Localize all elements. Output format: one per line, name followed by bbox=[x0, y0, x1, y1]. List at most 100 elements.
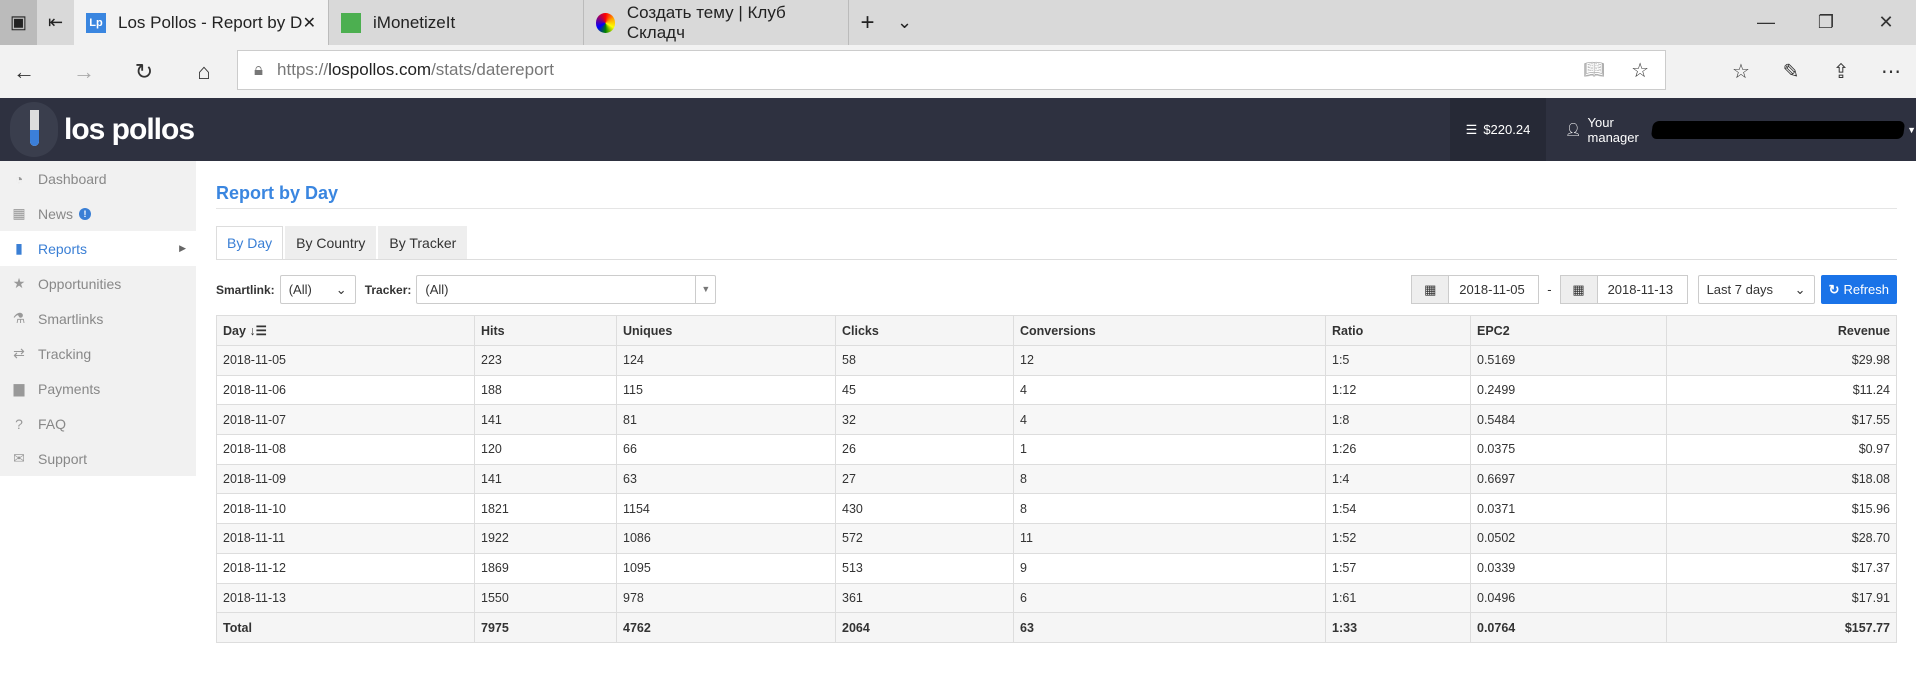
reading-view-icon[interactable]: 📖︎ bbox=[1583, 60, 1605, 80]
set-aside-tabs-icon[interactable]: ⇤ bbox=[37, 0, 74, 45]
cell-conversions: 9 bbox=[1013, 552, 1326, 584]
cell-uniques: 81 bbox=[616, 404, 836, 436]
header-label: Revenue bbox=[1837, 323, 1890, 338]
column-header-conversions[interactable]: Conversions bbox=[1013, 315, 1326, 346]
sidebar-item-reports[interactable]: ▮ Reports ▶ bbox=[0, 231, 196, 266]
cell-epc2: 0.0371 bbox=[1470, 493, 1667, 525]
share-icon[interactable]: ⇪ bbox=[1816, 59, 1866, 84]
header-label: Day bbox=[223, 324, 246, 338]
cell-revenue: $15.96 bbox=[1666, 493, 1897, 525]
total-row: Total 7975 4762 2064 63 1:33 0.0764 $157.77 bbox=[216, 612, 1897, 643]
url-prefix: https:// bbox=[277, 60, 329, 79]
tab-by-country[interactable]: By Country bbox=[285, 226, 377, 260]
cell-epc2: 0.0764 bbox=[1470, 612, 1667, 643]
balance-value: $220.24 bbox=[1483, 122, 1531, 137]
more-icon[interactable]: ⋯ bbox=[1866, 59, 1916, 84]
cell-hits: 141 bbox=[474, 404, 617, 436]
cell-conversions: 63 bbox=[1013, 612, 1326, 643]
url-domain: lospollos.com bbox=[328, 60, 432, 79]
browser-tab-lospollos[interactable]: Lp Los Pollos - Report by D ✕ bbox=[74, 0, 329, 45]
cell-uniques: 4762 bbox=[616, 612, 836, 643]
sidebar-item-faq[interactable]: ? FAQ bbox=[0, 406, 196, 441]
cell-revenue: $17.91 bbox=[1666, 582, 1897, 614]
logo[interactable]: los pollos bbox=[10, 102, 195, 157]
cell-clicks: 572 bbox=[835, 523, 1014, 554]
page-title: Report by Day bbox=[216, 183, 339, 203]
date-range: ▦ 2018-11-05 - ▦ 2018-11-13 Last 7 days ⌄… bbox=[1411, 275, 1897, 304]
range-select[interactable]: Last 7 days ⌄ bbox=[1697, 275, 1815, 304]
cell-hits: 7975 bbox=[474, 612, 617, 643]
date-from-input[interactable]: 2018-11-05 bbox=[1449, 275, 1540, 304]
calendar-icon: ▦ bbox=[12, 205, 26, 221]
favorites-icon[interactable]: ☆ bbox=[1716, 59, 1766, 84]
cell-ratio: 1:8 bbox=[1325, 404, 1471, 436]
refresh-button[interactable]: ↻ Refresh bbox=[1820, 275, 1897, 304]
date-to-input[interactable]: 2018-11-13 bbox=[1597, 275, 1688, 304]
tab-manager-icon[interactable]: ▣ bbox=[0, 0, 37, 45]
header-label: Uniques bbox=[623, 323, 673, 338]
sidebar-item-support[interactable]: ✉ Support bbox=[0, 441, 196, 476]
cell-uniques: 1095 bbox=[616, 552, 836, 584]
cell-ratio: 1:54 bbox=[1325, 493, 1471, 525]
browser-tab-sklad[interactable]: Создать тему | Клуб Складч bbox=[584, 0, 849, 45]
forward-icon[interactable]: → bbox=[60, 59, 108, 85]
dashboard-icon: ◔ bbox=[14, 170, 24, 187]
cell-epc2: 0.0375 bbox=[1470, 434, 1667, 465]
database-icon: ☰ bbox=[1465, 121, 1478, 137]
new-tab-icon[interactable]: + bbox=[849, 0, 886, 45]
manager-dropdown[interactable]: 👤︎ Your manager ▼ bbox=[1553, 98, 1916, 161]
column-header-day[interactable]: Day ↓☰ bbox=[216, 315, 475, 346]
table-row: 2018-11-12 1869 1095 513 9 1:57 0.0339 $17.37 bbox=[216, 552, 1897, 584]
sidebar-item-payments[interactable]: ▆ Payments bbox=[0, 371, 196, 406]
smartlink-select[interactable]: (All) ⌄ bbox=[279, 275, 356, 304]
column-header-clicks[interactable]: Clicks bbox=[835, 315, 1014, 346]
cell-conversions: 12 bbox=[1013, 345, 1326, 376]
column-header-ratio[interactable]: Ratio bbox=[1325, 315, 1471, 346]
sidebar-item-opportunities[interactable]: ★ Opportunities bbox=[0, 266, 196, 301]
cell-hits: 188 bbox=[474, 374, 617, 406]
table-row: 2018-11-06 188 115 45 4 1:12 0.2499 $11.24 bbox=[216, 374, 1897, 406]
caret-right-icon: ▶ bbox=[179, 243, 186, 253]
minimize-icon[interactable]: — bbox=[1736, 0, 1796, 45]
maximize-icon[interactable]: ❐ bbox=[1796, 0, 1856, 45]
question-icon: ? bbox=[15, 415, 23, 432]
filters: Smartlink: (All) ⌄ Tracker: (All) ▼ bbox=[216, 275, 717, 304]
close-window-icon[interactable]: ✕ bbox=[1856, 0, 1916, 45]
cell-ratio: 1:4 bbox=[1325, 463, 1471, 495]
cell-revenue: $0.97 bbox=[1666, 434, 1897, 465]
column-header-epc2[interactable]: EPC2 bbox=[1470, 315, 1667, 346]
sidebar-item-tracking[interactable]: ⇄ Tracking bbox=[0, 336, 196, 371]
column-header-revenue[interactable]: Revenue bbox=[1666, 315, 1897, 346]
sidebar-item-news[interactable]: ▦ News! bbox=[0, 196, 196, 231]
cell-hits: 1869 bbox=[474, 552, 617, 584]
sidebar-item-dashboard[interactable]: ◔ Dashboard bbox=[0, 161, 196, 196]
cell-uniques: 63 bbox=[616, 463, 836, 495]
cell-conversions: 4 bbox=[1013, 374, 1326, 406]
notes-icon[interactable]: ✎ bbox=[1766, 59, 1816, 84]
cell-day: 2018-11-13 bbox=[216, 582, 475, 614]
calendar-icon[interactable]: ▦ bbox=[1559, 275, 1598, 304]
sidebar: ◔ Dashboard ▦ News! ▮ Reports ▶ ★ Opportunities ⚗… bbox=[0, 161, 196, 700]
favorite-star-icon[interactable]: ☆ bbox=[1631, 58, 1649, 83]
tracker-select[interactable]: (All) ▼ bbox=[416, 275, 717, 304]
column-header-hits[interactable]: Hits bbox=[474, 315, 617, 346]
tab-by-tracker[interactable]: By Tracker bbox=[378, 226, 468, 260]
cell-ratio: 1:5 bbox=[1325, 345, 1471, 376]
tab-by-day[interactable]: By Day bbox=[216, 226, 284, 260]
refresh-icon[interactable]: ↻ bbox=[120, 59, 168, 85]
sidebar-item-smartlinks[interactable]: ⚗ Smartlinks bbox=[0, 301, 196, 336]
close-tab-icon[interactable]: ✕ bbox=[303, 13, 316, 33]
sidebar-item-label: News bbox=[38, 205, 74, 222]
browser-tab-imonetizeit[interactable]: iMonetizeIt bbox=[329, 0, 584, 45]
address-bar[interactable]: 🔒︎ https://lospollos.com/stats/daterepor… bbox=[237, 50, 1666, 90]
home-icon[interactable]: ⌂ bbox=[180, 59, 228, 85]
back-icon[interactable]: ← bbox=[0, 59, 48, 85]
star-icon: ★ bbox=[12, 275, 26, 291]
tab-list-chevron-icon[interactable]: ⌄ bbox=[886, 0, 923, 45]
balance[interactable]: ☰ $220.24 bbox=[1450, 98, 1546, 161]
sidebar-item-label: Tracking bbox=[38, 345, 92, 362]
cell-clicks: 513 bbox=[835, 552, 1014, 584]
calendar-icon[interactable]: ▦ bbox=[1411, 275, 1450, 304]
column-header-uniques[interactable]: Uniques bbox=[616, 315, 836, 346]
info-badge-icon: ! bbox=[79, 207, 92, 220]
